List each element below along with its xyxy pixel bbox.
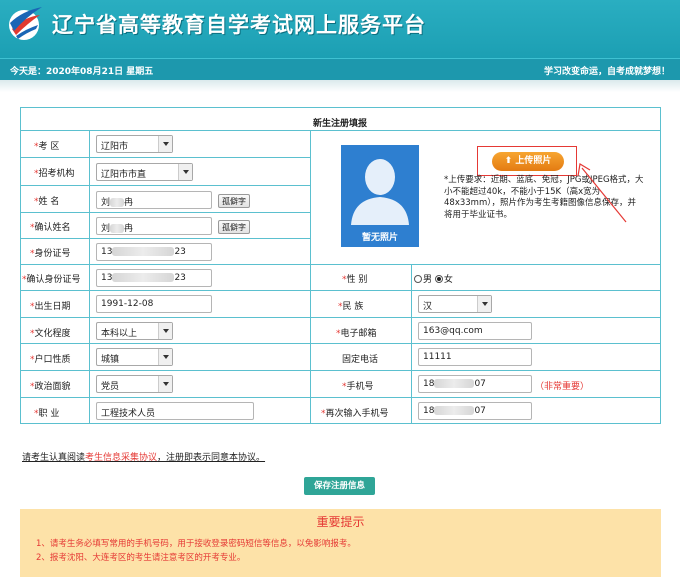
birth-date-field[interactable]: 1991-12-08 <box>96 295 212 313</box>
political-select[interactable]: 党员 <box>96 375 173 393</box>
form-heading: 新生注册填报 <box>312 119 367 129</box>
id-number-label: *身份证号 <box>30 249 71 259</box>
photo-placeholder: 暂无照片 <box>341 145 419 247</box>
occupation-field[interactable]: 工程技术人员 <box>96 402 254 420</box>
gender-label: *性 别 <box>342 275 368 285</box>
id-confirm-field[interactable]: 13 23 <box>96 269 212 287</box>
agreement-text: 请考生认真阅读考生信息采集协议，注册即表示同意本协议。 <box>22 453 266 463</box>
divider <box>20 212 310 213</box>
mobile-confirm-label: *再次输入手机号 <box>321 409 389 419</box>
household-label: *户口性质 <box>30 355 71 365</box>
divider <box>20 185 310 186</box>
chevron-down-icon <box>477 296 491 312</box>
chevron-down-icon <box>158 323 172 339</box>
header-shadow <box>0 80 680 92</box>
upload-icon: ⬆ <box>504 156 516 166</box>
id-confirm-label: *确认身份证号 <box>22 275 81 285</box>
divider <box>310 130 311 424</box>
household-select[interactable]: 城镇 <box>96 348 173 366</box>
landline-field[interactable]: 11111 <box>418 348 532 366</box>
chevron-down-icon <box>158 136 172 152</box>
site-logo-icon <box>9 7 42 40</box>
name-confirm-field[interactable]: 刘冉 <box>96 217 212 235</box>
occupation-label: *职 业 <box>34 409 60 419</box>
divider <box>20 317 661 318</box>
divider <box>411 264 412 424</box>
ethnicity-select[interactable]: 汉 <box>418 295 492 313</box>
name-confirm-label: *确认姓名 <box>30 223 71 233</box>
divider <box>20 264 661 265</box>
name-label: *姓 名 <box>34 197 60 207</box>
notice-line: 1、请考生务必填写常用的手机号码，用于接收登录密码短信等信息，以免影响报考。 <box>36 539 356 549</box>
name-field[interactable]: 刘冉 <box>96 191 212 209</box>
exam-org-select[interactable]: 辽阳市市直 <box>96 163 193 181</box>
birth-date-label: *出生日期 <box>30 302 71 312</box>
current-date: 今天是：2020年08月21日 星期五 <box>10 67 154 77</box>
divider <box>20 157 310 158</box>
education-label: *文化程度 <box>30 329 71 339</box>
exam-area-label: *考 区 <box>34 142 60 152</box>
mobile-field[interactable]: 18 07 <box>418 375 532 393</box>
agreement-link[interactable]: 考生信息采集协议 <box>85 453 157 463</box>
mobile-label: *手机号 <box>342 382 374 392</box>
divider <box>20 397 661 398</box>
landline-label: 固定电话 <box>342 355 379 365</box>
political-label: *政治面貌 <box>30 382 71 392</box>
divider <box>89 130 90 424</box>
exam-org-label: *招考机构 <box>34 169 75 179</box>
ethnicity-label: *民 族 <box>338 302 364 312</box>
divider <box>20 370 661 371</box>
gender-female-radio[interactable] <box>434 275 443 283</box>
upload-photo-button[interactable]: ⬆ 上传照片 <box>492 152 564 171</box>
upload-requirements: *上传要求：近期、蓝底、免冠，JPG或JPEG格式，大小不能超过40k，不能小于… <box>444 175 644 220</box>
id-number-field[interactable]: 13 23 <box>96 243 212 261</box>
divider <box>20 238 310 239</box>
site-title: 辽宁省高等教育自学考试网上服务平台 <box>52 13 426 37</box>
slogan: 学习改变命运，自考成就梦想！ <box>543 67 670 77</box>
date-bar: 今天是：2020年08月21日 星期五 学习改变命运，自考成就梦想！ <box>0 58 680 80</box>
gender-male-radio[interactable] <box>414 275 422 283</box>
education-select[interactable]: 本科以上 <box>96 322 173 340</box>
gender-radio-group: 男 女 <box>414 272 453 285</box>
mobile-confirm-field[interactable]: 18 07 <box>418 402 532 420</box>
site-banner: 辽宁省高等教育自学考试网上服务平台 <box>0 0 680 58</box>
important-notice: 重要提示 1、请考生务必填写常用的手机号码，用于接收登录密码短信等信息，以免影响… <box>20 509 661 577</box>
divider <box>20 343 661 344</box>
notice-line: 2、报考沈阳、大连考区的考生请注意考区的开考专业。 <box>36 553 246 563</box>
rare-char-button[interactable]: 孤僻字 <box>218 194 250 208</box>
email-label: *电子邮箱 <box>336 329 377 339</box>
mobile-important-note: （非常重要） <box>535 382 590 392</box>
divider <box>20 130 661 131</box>
photo-caption: 暂无照片 <box>361 233 398 243</box>
divider <box>20 290 661 291</box>
exam-area-select[interactable]: 辽阳市 <box>96 135 173 153</box>
chevron-down-icon <box>158 349 172 365</box>
save-registration-button[interactable]: 保存注册信息 <box>304 477 375 495</box>
notice-title: 重要提示 <box>316 515 365 529</box>
chevron-down-icon <box>178 164 192 180</box>
email-field[interactable]: 163@qq.com <box>418 322 532 340</box>
avatar-icon <box>351 159 409 225</box>
chevron-down-icon <box>158 376 172 392</box>
rare-char-button[interactable]: 孤僻字 <box>218 220 250 234</box>
